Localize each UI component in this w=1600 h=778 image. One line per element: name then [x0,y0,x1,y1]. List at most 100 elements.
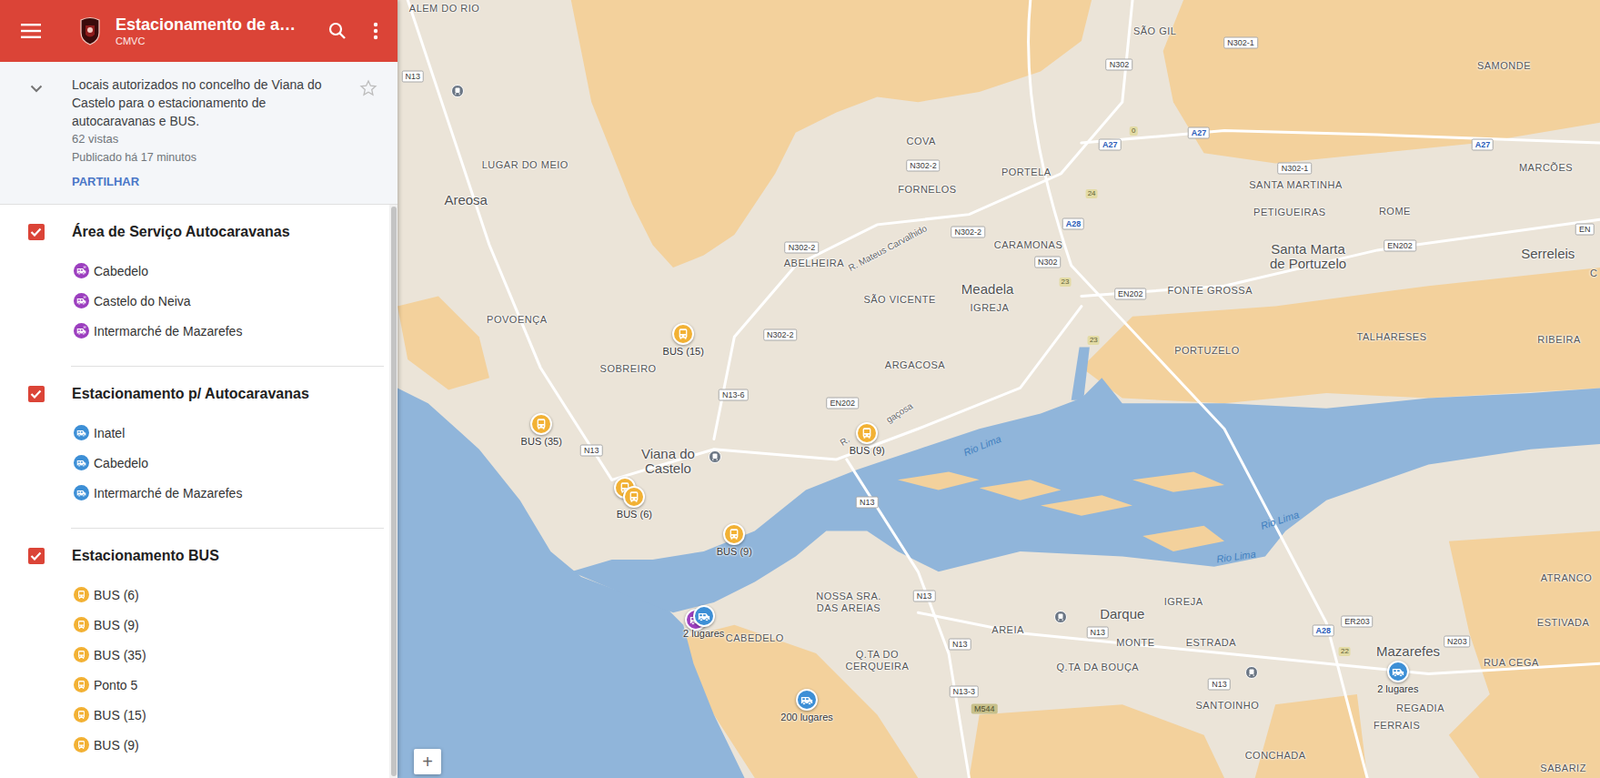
map-label-motorway: A28 [1312,624,1336,637]
layer-item[interactable]: BUS (15) [0,699,390,730]
legend-marker [73,646,90,663]
map-pin-label: BUS (6) [616,508,653,521]
share-button[interactable]: PARTILHAR [71,172,342,192]
map-label-place: ARGACOSA [885,358,946,371]
map-label-place: ESTRADA [1186,635,1237,648]
map-label-town: Darque [1099,606,1145,622]
map-label-place: POVOENÇA [486,313,547,326]
map-label-place: IGREJA [1164,594,1204,607]
layer-item[interactable]: BUS (9) [0,609,390,640]
map-label-place: PORTELA [1001,165,1052,178]
layer-checkbox[interactable] [28,223,45,241]
layer-item[interactable]: Ponto 5 [0,669,390,700]
layer-title: Estacionamento BUS [71,545,220,566]
map-label-road: N302-2 [951,225,987,238]
layer-item[interactable]: BUS (6) [0,579,390,610]
layer-item[interactable]: Cabedelo [0,447,390,478]
search-icon[interactable] [317,0,358,62]
map-pin-marker[interactable] [1387,660,1409,683]
layer-title: Área de Serviço Autocaravanas [71,221,291,242]
legend-marker [73,706,90,723]
map-label-road: N13 [580,443,604,456]
map-label-street: R. Mateus Carvalhido [845,222,929,274]
layer-items: InatelCabedeloIntermarché de Mazarefes [0,417,390,508]
star-icon[interactable] [359,79,378,98]
legend-marker [73,676,90,693]
map-label-exit: 23 [1087,335,1100,345]
logo-icon [77,16,103,46]
map-label-exit: 24 [1086,189,1098,199]
layer-item-name: Cabedelo [93,262,149,280]
motorhome-icon [697,609,711,623]
layer-header: Área de Serviço Autocaravanas [0,221,390,243]
map-label-road: N302-1 [1277,162,1313,175]
map-pin-marker[interactable] [855,422,878,444]
map-owner: CMVC [115,34,318,48]
map-label-place: PETIGUEIRAS [1253,206,1326,219]
map-label-river: Rio Lima [961,432,1003,459]
map-label-river: Rio Lima [1216,547,1258,565]
map-label-place: CARAMONAS [994,239,1063,252]
map-pin-label: 2 lugares [683,627,725,640]
map-label-road: EN202 [826,397,860,410]
map-pin-marker[interactable] [623,485,645,508]
map-label-place: NOSSA SRA. DAS AREIAS [807,590,890,614]
map-label-road: N13 [948,638,972,651]
map-canvas[interactable]: ALEM DO RIOSÃO GILCOVALUGAR DO MEIOSAMON… [397,0,1600,778]
more-icon[interactable] [357,0,394,62]
map-label-town: Serreleis [1520,246,1575,262]
layer-checkbox-cell [0,385,72,403]
bus-icon [534,417,548,431]
layer-item[interactable]: Intermarché de Mazarefes [0,477,390,508]
map-pin-label: BUS (35) [521,435,563,448]
map-label-place: C [1589,266,1598,279]
map-label-road: EN202 [1114,288,1148,301]
map-label-road: N302-1 [1223,37,1258,50]
map-label-road: N13 [1207,677,1231,690]
map-label-town: Mazarefes [1376,644,1440,659]
map-label-place: MARCÕES [1519,161,1573,174]
motorhome-icon [76,427,87,438]
layer-checkbox[interactable] [28,547,45,564]
layer-item-name: BUS (35) [93,646,147,664]
legend-marker [73,424,90,441]
bus-icon [676,327,690,341]
layer: Estacionamento p/ Autocaravanas InatelCab… [0,366,390,528]
layer-item[interactable]: Inatel [0,417,390,448]
layer-title: Estacionamento p/ Autocaravanas [71,383,310,404]
map-label-road: N302-2 [784,241,820,253]
map-pin-marker[interactable] [530,412,553,435]
map-label-exit: 0 [1129,126,1138,136]
legend-marker [73,262,90,279]
map-pin-marker[interactable] [672,322,695,345]
layer-checkbox[interactable] [28,385,45,403]
motorhome-icon [76,487,87,498]
map-pin-marker[interactable] [795,688,818,711]
scrollbar[interactable] [389,204,398,778]
menu-icon[interactable] [0,0,62,62]
layer-item-name: Ponto 5 [93,676,138,694]
transit-station-icon [1245,665,1258,679]
map-pin-marker[interactable] [723,523,745,545]
layer-item[interactable]: Castelo do Neiva [0,285,390,316]
layer-item[interactable]: Intermarché de Mazarefes [0,315,390,346]
map-label-place: ATRANCO [1540,572,1592,584]
legend-marker [73,454,90,471]
layer-item[interactable]: Cabedelo [0,255,390,286]
map-title: Estacionamento de a… [115,14,318,35]
layer-item[interactable]: BUS (35) [0,639,390,670]
map-pin-marker[interactable] [693,604,715,627]
layer-header: Estacionamento BUS [0,544,390,567]
map-label-municipal: M544 [971,703,998,714]
zoom-in-button[interactable]: + [413,748,442,775]
chevron-icon[interactable] [27,79,46,98]
layer-item[interactable]: BUS (9) [0,729,390,760]
map-description: Locais autorizados no concelho de Viana … [71,75,342,131]
map-label-town: Areosa [443,192,488,208]
map-label-place: ABELHEIRA [784,257,845,270]
map-label-place: FERRAIS [1373,718,1420,731]
map-label-place: ESTIVADA [1537,616,1590,629]
bus-icon [76,649,87,660]
map-label-exit: 22 [1338,646,1351,656]
map-label-road: EN [1575,223,1595,236]
